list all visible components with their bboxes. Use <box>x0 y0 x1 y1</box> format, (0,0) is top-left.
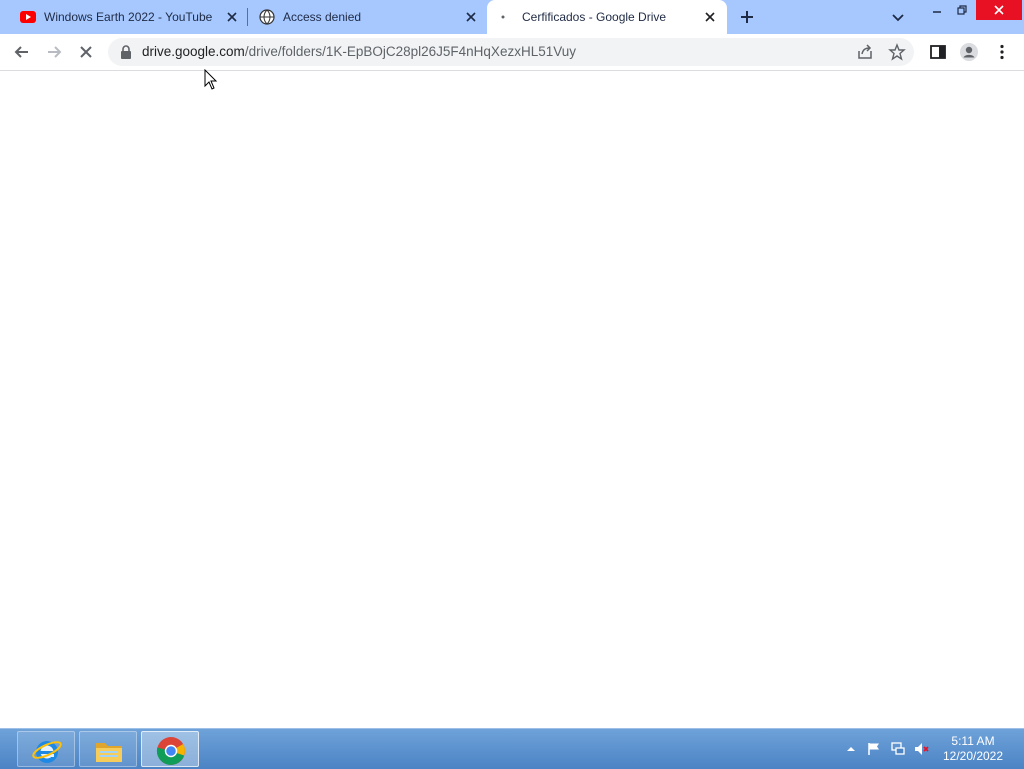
url-text[interactable]: drive.google.com/drive/folders/1K-EpBOjC… <box>142 44 576 59</box>
url-domain: drive.google.com <box>142 44 245 59</box>
stop-loading-icon[interactable] <box>76 42 96 62</box>
tab-separator <box>247 8 248 26</box>
side-panel-icon[interactable] <box>928 42 948 62</box>
profile-avatar-icon[interactable] <box>959 42 979 62</box>
close-tab-icon[interactable] <box>224 9 240 25</box>
taskbar: 5:11 AM 12/20/2022 <box>0 728 1024 769</box>
tab-youtube[interactable]: Windows Earth 2022 - YouTube <box>16 0 246 34</box>
youtube-icon <box>20 11 36 23</box>
bookmark-star-icon[interactable] <box>888 43 906 61</box>
tab-search-chevron-icon[interactable] <box>890 9 906 25</box>
tab-strip: Windows Earth 2022 - YouTube Access deni… <box>0 0 1024 34</box>
back-arrow-icon[interactable] <box>12 42 32 62</box>
close-tab-icon[interactable] <box>702 9 718 25</box>
tab-google-drive[interactable]: Cerfificados - Google Drive <box>487 0 727 34</box>
tab-title: Cerfificados - Google Drive <box>522 10 667 24</box>
close-tab-icon[interactable] <box>463 9 479 25</box>
file-explorer-icon <box>96 743 122 762</box>
tab-access-denied[interactable]: Access denied <box>255 0 485 34</box>
clock-date: 12/20/2022 <box>942 749 1004 763</box>
close-window-button[interactable] <box>976 0 1022 20</box>
volume-muted-icon[interactable] <box>914 741 930 757</box>
loading-icon <box>501 15 505 19</box>
new-tab-icon[interactable] <box>738 8 756 26</box>
lock-icon[interactable] <box>120 45 132 59</box>
share-icon[interactable] <box>856 43 874 61</box>
show-hidden-icons-icon[interactable] <box>843 741 859 757</box>
globe-icon <box>259 9 275 25</box>
restore-button[interactable] <box>947 0 977 20</box>
taskbar-chrome[interactable] <box>141 731 199 767</box>
mouse-cursor-icon <box>204 69 218 90</box>
address-bar[interactable]: drive.google.com/drive/folders/1K-EpBOjC… <box>108 38 914 66</box>
clock-time: 5:11 AM <box>951 734 995 748</box>
page-content[interactable] <box>0 71 1024 728</box>
taskbar-file-explorer[interactable] <box>79 731 137 767</box>
url-path: /drive/folders/1K-EpBOjC28pl26J5F4nHqXez… <box>244 44 576 59</box>
browser-toolbar: drive.google.com/drive/folders/1K-EpBOjC… <box>0 34 1024 71</box>
network-icon[interactable] <box>890 741 906 757</box>
chrome-icon <box>156 737 185 765</box>
tab-title: Windows Earth 2022 - YouTube <box>44 10 213 24</box>
action-center-flag-icon[interactable] <box>866 741 882 757</box>
tab-title: Access denied <box>283 10 362 24</box>
restore-icon <box>957 5 967 15</box>
system-clock[interactable]: 5:11 AM 12/20/2022 <box>940 734 1006 764</box>
minimize-icon <box>933 11 941 13</box>
more-menu-icon[interactable] <box>992 42 1012 62</box>
internet-explorer-icon <box>32 741 62 763</box>
close-icon <box>994 5 1004 15</box>
taskbar-internet-explorer[interactable] <box>17 731 75 767</box>
forward-arrow-icon[interactable] <box>44 42 64 62</box>
